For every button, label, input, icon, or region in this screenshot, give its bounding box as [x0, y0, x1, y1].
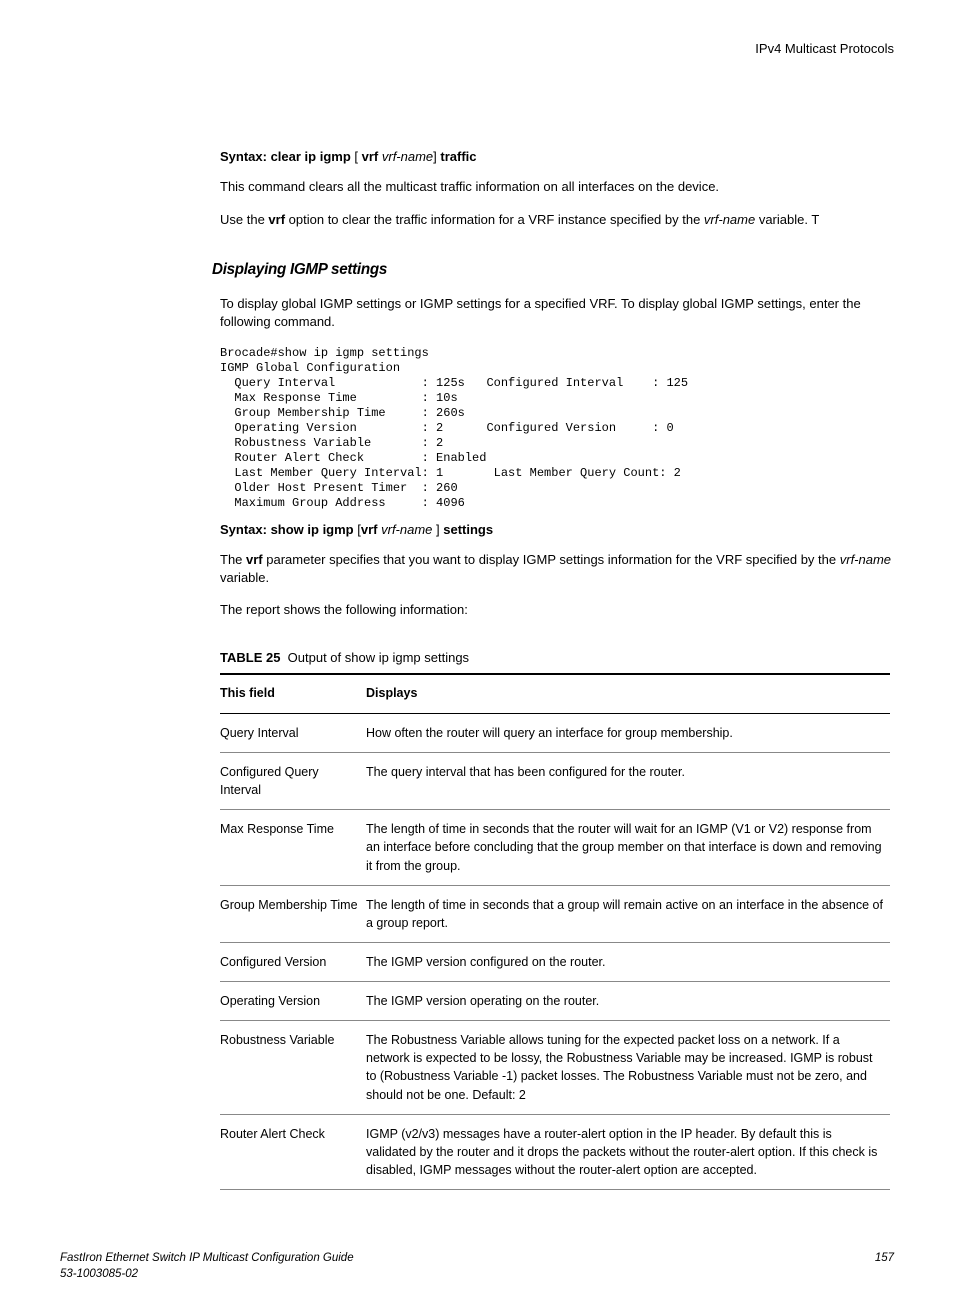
table-cell: Group Membership Time — [220, 885, 366, 942]
syntax-text: Syntax: show ip igmp — [220, 522, 354, 537]
syntax-text: settings — [443, 522, 493, 537]
footer-docnum: 53-1003085-02 — [60, 1266, 354, 1282]
table-cell: The query interval that has been configu… — [366, 753, 890, 810]
table-cell: The IGMP version operating on the router… — [366, 982, 890, 1021]
body-text: Use the vrf option to clear the traffic … — [60, 211, 894, 229]
page-number: 157 — [875, 1250, 894, 1282]
body-text: Use the — [220, 212, 268, 227]
syntax-text: vrf — [361, 522, 378, 537]
page-footer: FastIron Ethernet Switch IP Multicast Co… — [60, 1250, 894, 1282]
table-cell: The Robustness Variable allows tuning fo… — [366, 1021, 890, 1115]
table-cell: Configured Version — [220, 942, 366, 981]
output-table: This field Displays Query IntervalHow of… — [220, 673, 890, 1190]
table-cell: Max Response Time — [220, 810, 366, 885]
table-title: Output of show ip igmp settings — [288, 650, 469, 665]
body-text: The — [220, 552, 246, 567]
syntax-text: traffic — [440, 149, 476, 164]
table-row: Query IntervalHow often the router will … — [220, 713, 890, 752]
table-cell: Router Alert Check — [220, 1114, 366, 1189]
body-text: The report shows the following informati… — [60, 601, 894, 619]
syntax-show-ip-igmp: Syntax: show ip igmp [vrf vrf-name ] set… — [60, 521, 894, 539]
syntax-text: [ — [354, 522, 361, 537]
syntax-text: ] — [432, 522, 443, 537]
body-text: The vrf parameter specifies that you wan… — [60, 551, 894, 587]
table-row: Configured Query IntervalThe query inter… — [220, 753, 890, 810]
footer-left: FastIron Ethernet Switch IP Multicast Co… — [60, 1250, 354, 1282]
table-row: Router Alert CheckIGMP (v2/v3) messages … — [220, 1114, 890, 1189]
table-cell: Robustness Variable — [220, 1021, 366, 1115]
table-cell: The length of time in seconds that a gro… — [366, 885, 890, 942]
table-cell: Configured Query Interval — [220, 753, 366, 810]
code-block: Brocade#show ip igmp settings IGMP Globa… — [60, 346, 894, 511]
syntax-text: vrf-name — [381, 522, 432, 537]
body-text: option to clear the traffic information … — [285, 212, 704, 227]
syntax-text: vrf — [362, 149, 379, 164]
table-header: This field — [220, 674, 366, 713]
body-text: vrf-name — [840, 552, 891, 567]
body-text: This command clears all the multicast tr… — [60, 178, 894, 196]
table-header: Displays — [366, 674, 890, 713]
table-cell: IGMP (v2/v3) messages have a router-aler… — [366, 1114, 890, 1189]
body-text: vrf — [268, 212, 285, 227]
body-text: parameter specifies that you want to dis… — [263, 552, 840, 567]
body-text: To display global IGMP settings or IGMP … — [60, 295, 894, 331]
table-cell: The length of time in seconds that the r… — [366, 810, 890, 885]
table-caption: TABLE 25 Output of show ip igmp settings — [60, 649, 894, 667]
table-row: Max Response TimeThe length of time in s… — [220, 810, 890, 885]
table-cell: How often the router will query an inter… — [366, 713, 890, 752]
footer-title: FastIron Ethernet Switch IP Multicast Co… — [60, 1250, 354, 1266]
body-text: variable. — [220, 570, 269, 585]
syntax-text: Syntax: clear ip igmp — [220, 149, 351, 164]
table-row: Configured VersionThe IGMP version confi… — [220, 942, 890, 981]
body-text: variable. T — [755, 212, 819, 227]
syntax-text: vrf-name — [382, 149, 433, 164]
table-header-row: This field Displays — [220, 674, 890, 713]
page-header: IPv4 Multicast Protocols — [60, 40, 894, 58]
table-label: TABLE 25 — [220, 650, 280, 665]
section-heading: Displaying IGMP settings — [60, 259, 852, 281]
table-cell: Query Interval — [220, 713, 366, 752]
body-text: vrf-name — [704, 212, 755, 227]
table-row: Robustness VariableThe Robustness Variab… — [220, 1021, 890, 1115]
syntax-text: [ — [351, 149, 362, 164]
syntax-clear-ip-igmp: Syntax: clear ip igmp [ vrf vrf-name] tr… — [60, 148, 894, 166]
table-row: Operating VersionThe IGMP version operat… — [220, 982, 890, 1021]
body-text: vrf — [246, 552, 263, 567]
table-cell: The IGMP version configured on the route… — [366, 942, 890, 981]
table-row: Group Membership TimeThe length of time … — [220, 885, 890, 942]
table-cell: Operating Version — [220, 982, 366, 1021]
